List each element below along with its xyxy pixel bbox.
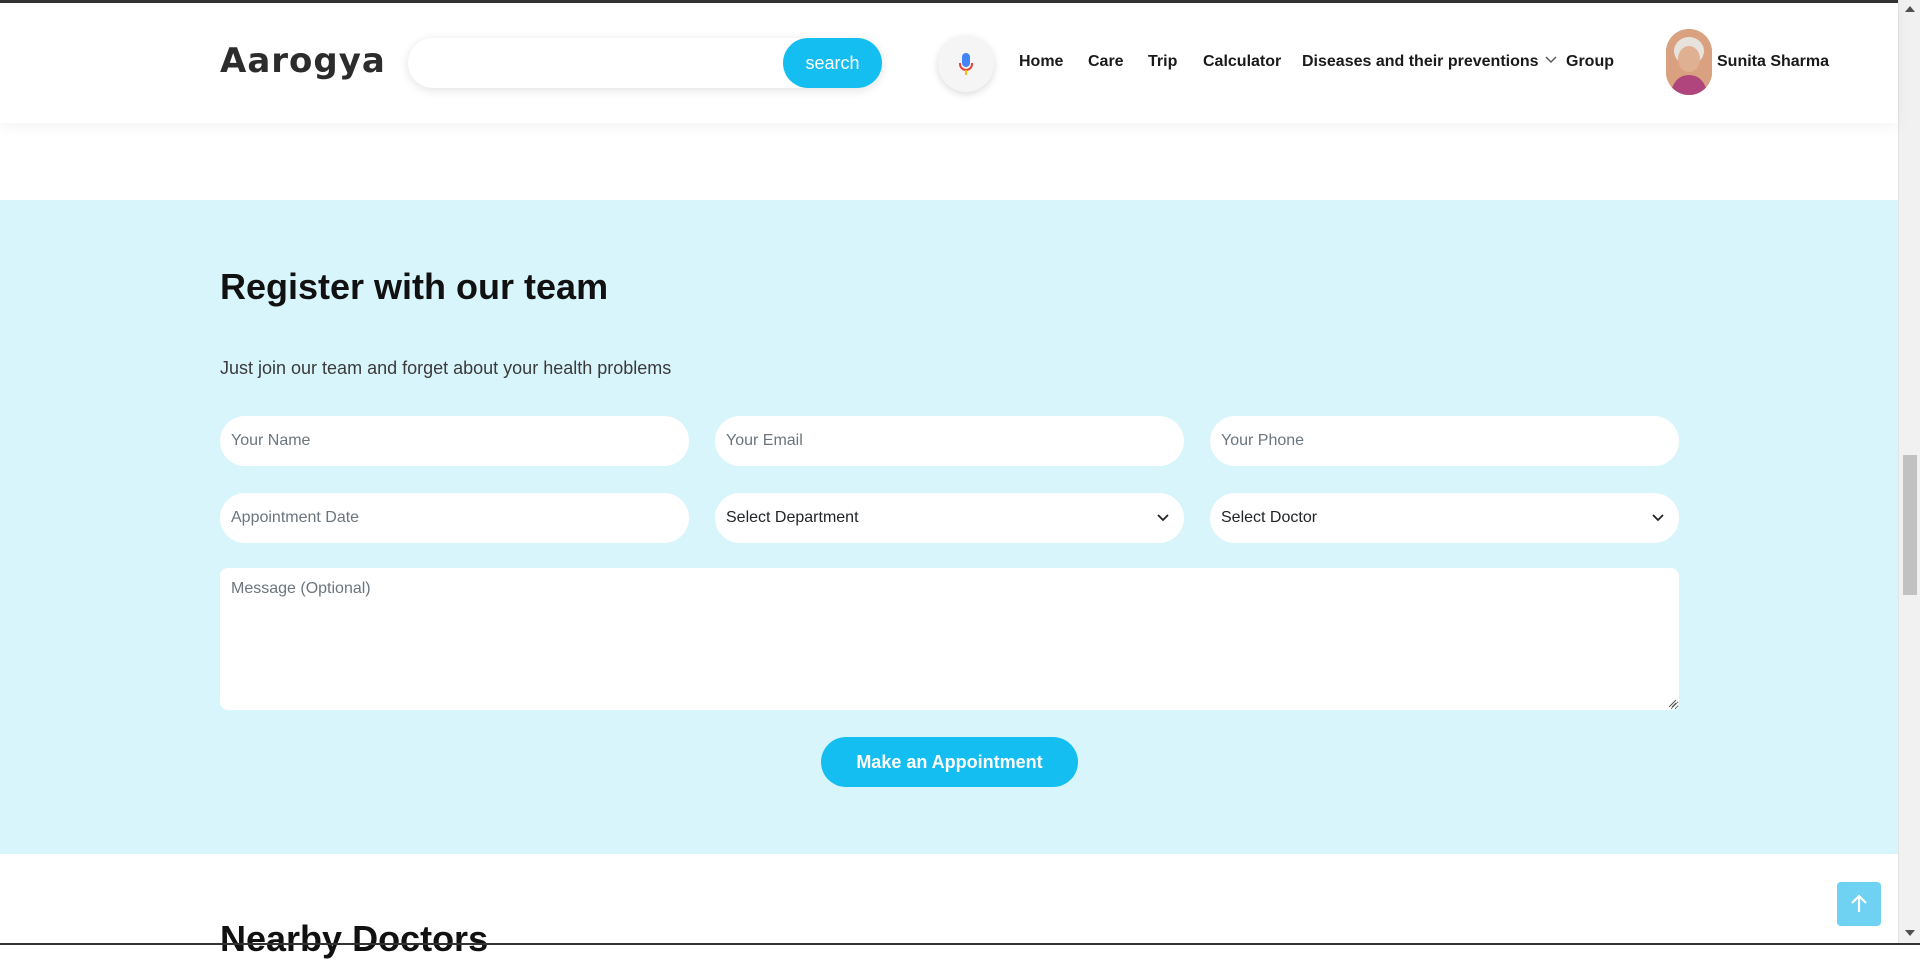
- department-select-value: Select Department: [726, 509, 859, 526]
- register-subtitle: Just join our team and forget about your…: [220, 358, 672, 378]
- nav-calculator[interactable]: Calculator: [1203, 53, 1281, 71]
- user-avatar[interactable]: [1666, 29, 1712, 95]
- chevron-down-icon: [1545, 56, 1557, 63]
- nav-group[interactable]: Group: [1566, 53, 1614, 71]
- message-field[interactable]: [220, 568, 1679, 710]
- user-avatar-icon: [1666, 29, 1712, 95]
- department-select[interactable]: Select Department: [715, 493, 1184, 543]
- scroll-down-arrow-icon[interactable]: [1905, 930, 1915, 936]
- make-appointment-button[interactable]: Make an Appointment: [821, 737, 1078, 787]
- chevron-down-icon: [1652, 514, 1664, 522]
- doctor-select[interactable]: Select Doctor: [1210, 493, 1679, 543]
- main-nav: Home Care Trip Calculator Diseases and t…: [0, 53, 1898, 77]
- register-section: Register with our team Just join our tea…: [0, 200, 1898, 854]
- scroll-up-arrow-icon[interactable]: [1905, 6, 1915, 12]
- nav-home[interactable]: Home: [1019, 53, 1063, 71]
- appointment-date-field[interactable]: [220, 493, 689, 543]
- register-title: Register with our team: [220, 266, 609, 307]
- nav-care[interactable]: Care: [1088, 53, 1124, 71]
- site-header: Aarogya search Home Care Trip Calculator…: [0, 3, 1898, 123]
- resize-handle-icon[interactable]: [1667, 698, 1677, 708]
- nearby-doctors-title: Nearby Doctors: [220, 918, 489, 959]
- scroll-thumb[interactable]: [1903, 455, 1917, 595]
- email-field[interactable]: [715, 416, 1184, 466]
- nav-diseases[interactable]: Diseases and their preventions: [1302, 53, 1557, 71]
- doctor-select-value: Select Doctor: [1221, 509, 1318, 526]
- chevron-down-icon: [1157, 514, 1169, 522]
- back-to-top-button[interactable]: [1837, 882, 1881, 926]
- arrow-up-icon: [1851, 894, 1867, 912]
- page-scrollbar[interactable]: [1898, 0, 1920, 945]
- user-name[interactable]: Sunita Sharma: [1717, 53, 1829, 71]
- nav-diseases-label: Diseases and their preventions: [1302, 53, 1539, 70]
- name-field[interactable]: [220, 416, 689, 466]
- phone-field[interactable]: [1210, 416, 1679, 466]
- nav-trip[interactable]: Trip: [1148, 53, 1177, 71]
